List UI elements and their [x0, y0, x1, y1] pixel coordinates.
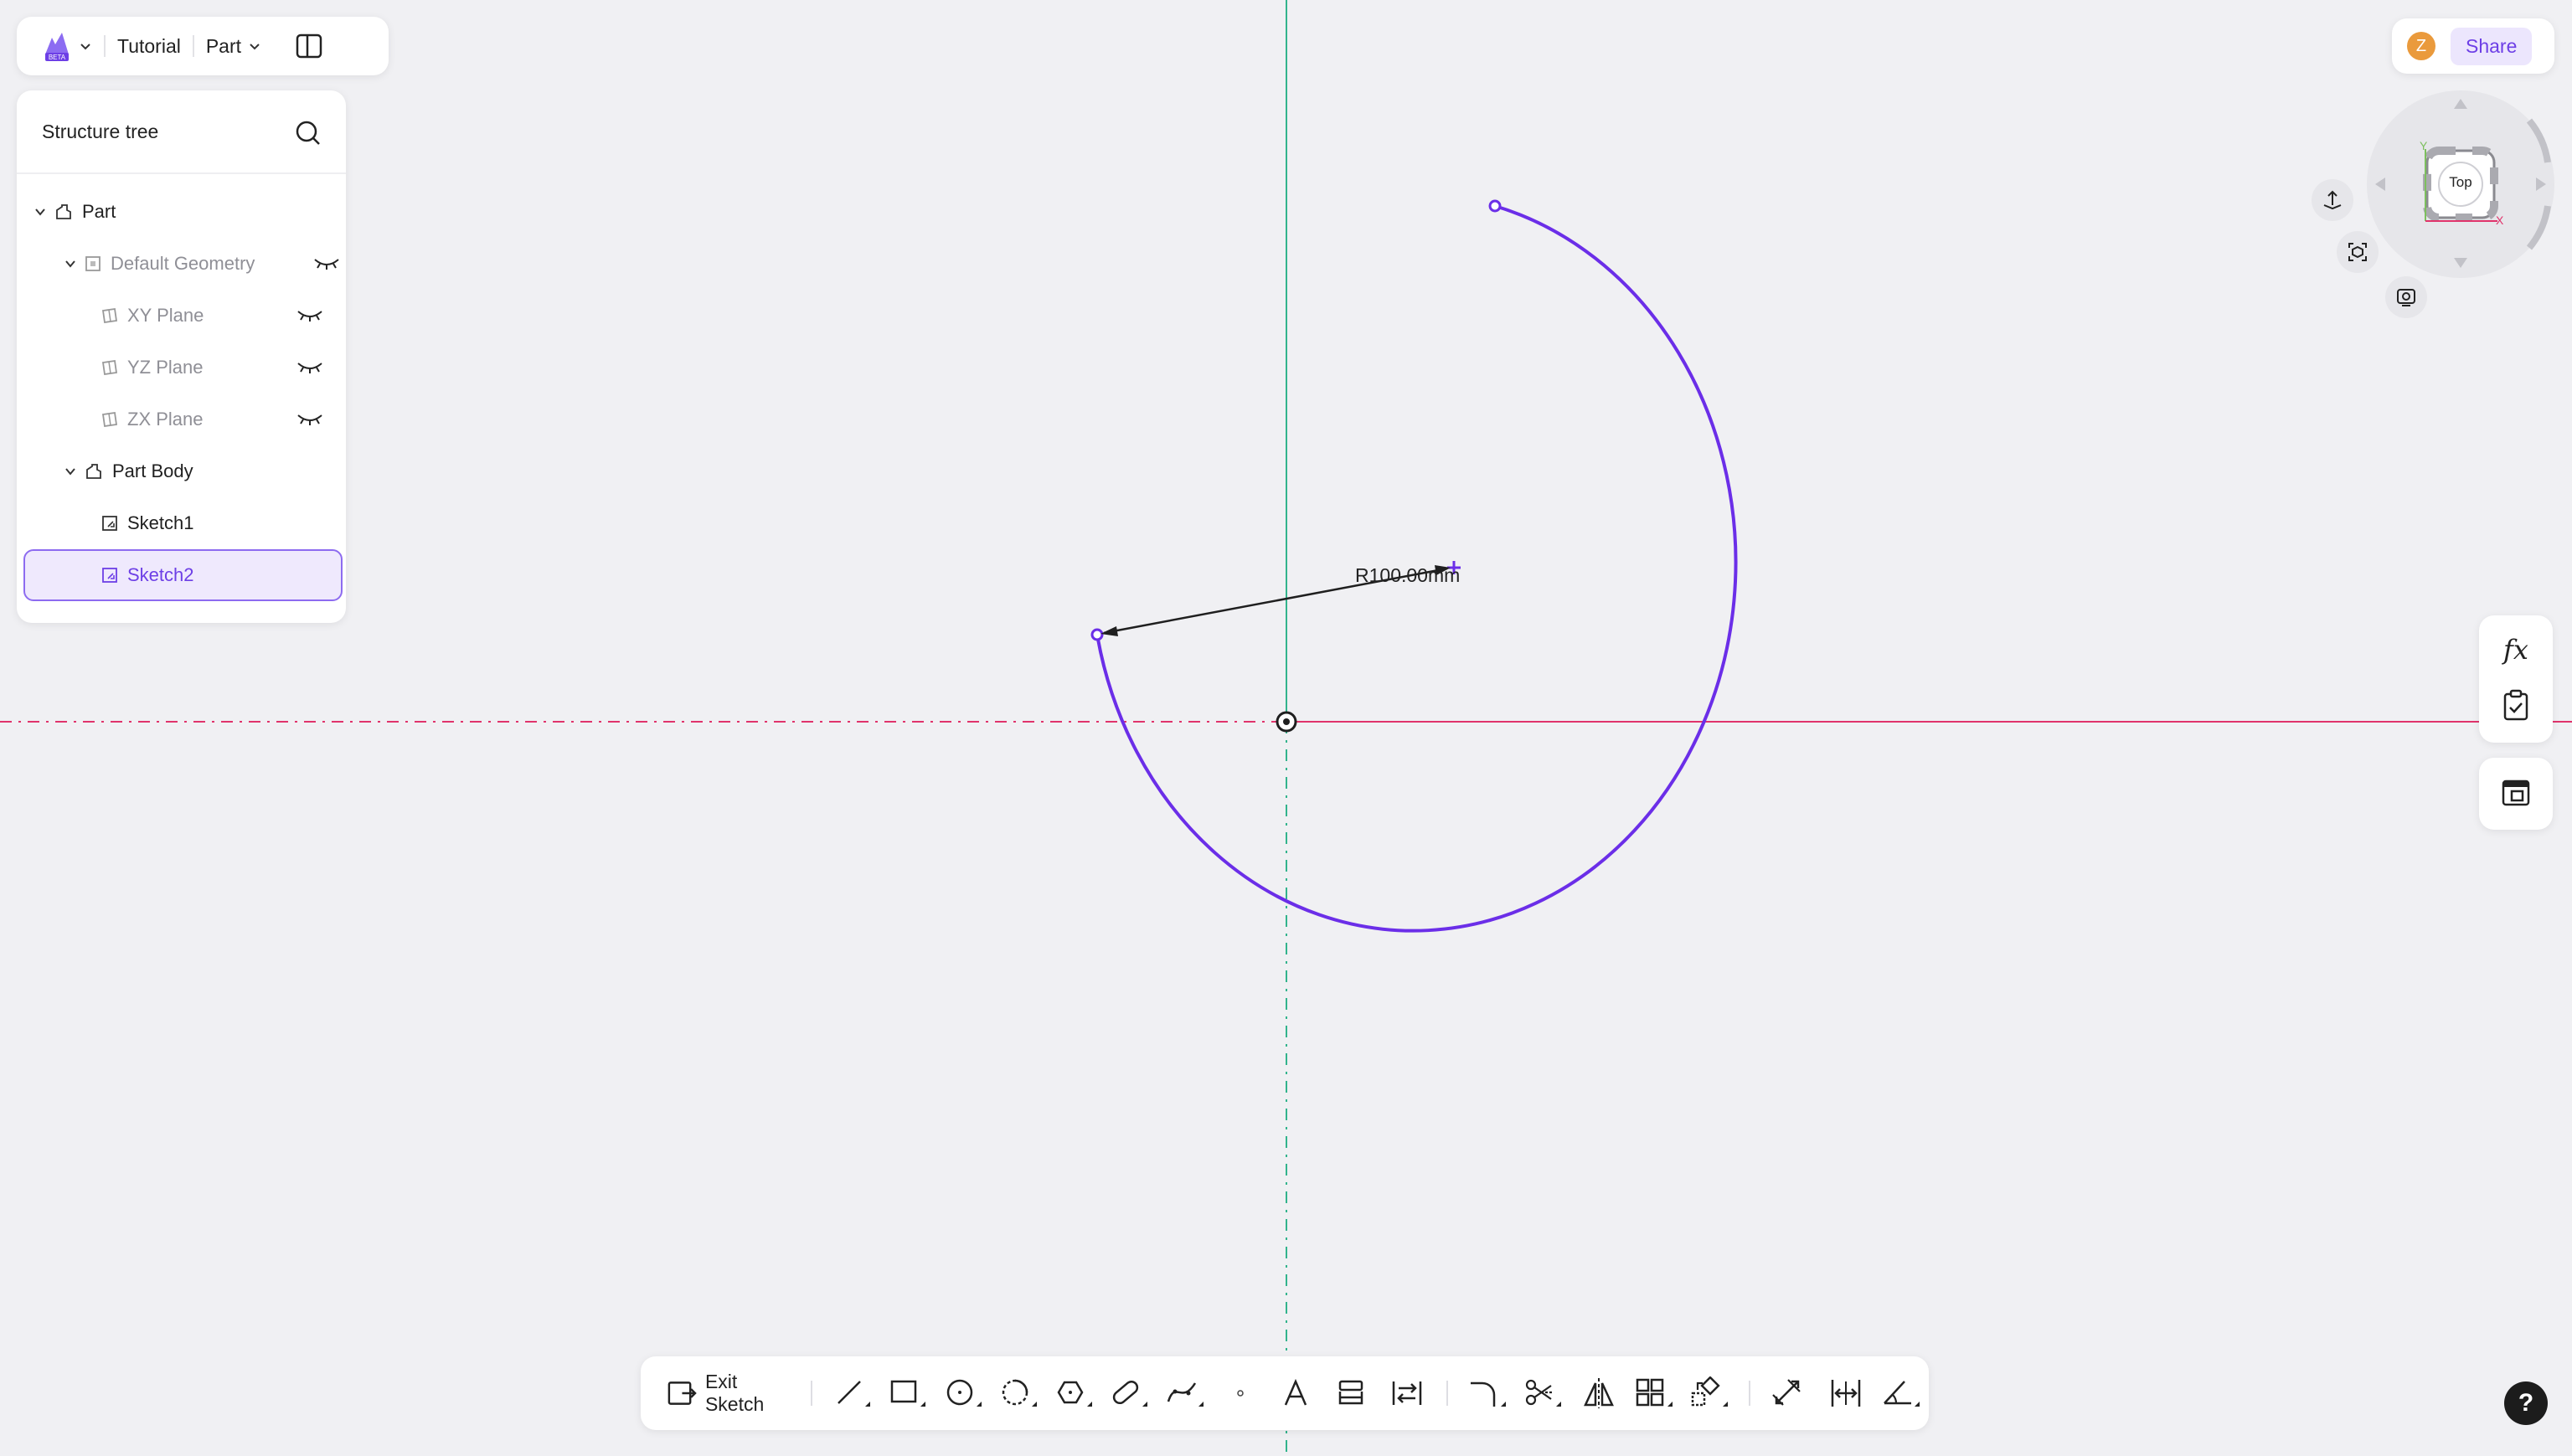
arc-start-point[interactable] [1488, 199, 1502, 213]
formula-button[interactable]: fx [2479, 634, 2553, 666]
radius-dimension-label[interactable]: R100.00mm [1355, 564, 1460, 587]
view-cube-axis-x: X [2496, 214, 2504, 227]
trim-tool-icon[interactable] [1515, 1368, 1570, 1418]
tree-item-label: XY Plane [127, 305, 204, 326]
eye-hidden-icon[interactable] [296, 306, 324, 323]
divider [192, 35, 194, 57]
rectangle-tool-icon[interactable] [879, 1368, 935, 1418]
view-cube[interactable] [2328, 87, 2563, 322]
tree-item-yz-plane[interactable]: YZ Plane [101, 342, 346, 394]
mirror-tool-icon[interactable] [1570, 1368, 1626, 1418]
divider [1749, 1381, 1751, 1406]
arc-tool-icon[interactable] [991, 1368, 1046, 1418]
checklist-icon[interactable] [2499, 689, 2533, 723]
polygon-tool-icon[interactable] [1046, 1368, 1101, 1418]
app-menu-chevron-icon[interactable] [79, 39, 92, 53]
sketch-canvas[interactable] [0, 0, 2572, 1456]
tree-item-part[interactable]: Part [17, 186, 116, 238]
plane-icon [101, 307, 118, 324]
divider [17, 172, 346, 174]
tree-item-label: Part [82, 201, 116, 222]
tree-item-label: YZ Plane [127, 357, 204, 378]
sketch-icon [102, 568, 117, 583]
tree-item-label: Part Body [112, 460, 193, 481]
share-button[interactable]: Share [2451, 27, 2533, 65]
view-cube-face-label[interactable]: Top [2446, 174, 2476, 191]
chevron-down-icon[interactable] [64, 465, 77, 478]
part-icon [56, 204, 71, 219]
tree-item-label: ZX Plane [127, 409, 204, 430]
fit-view-icon[interactable] [2337, 231, 2379, 273]
structure-tree-panel: Structure tree Part Default Geometry XY … [17, 90, 346, 623]
project-tool-icon[interactable] [1323, 1368, 1379, 1418]
line-tool-icon[interactable] [824, 1368, 879, 1418]
app-logo-icon[interactable]: BETA [40, 29, 74, 63]
eye-hidden-icon[interactable] [296, 410, 324, 427]
share-bar: Z Share [2392, 18, 2554, 74]
toggle-panel-icon[interactable] [295, 32, 323, 60]
help-button[interactable]: ? [2504, 1381, 2548, 1425]
search-icon[interactable] [294, 119, 322, 147]
mode-selector[interactable]: Part [206, 35, 241, 58]
distance-tool-icon[interactable] [1818, 1368, 1874, 1418]
tree-item-xy-plane[interactable]: XY Plane [101, 290, 346, 342]
right-tool-panel: fx [2479, 615, 2553, 743]
view-normal-icon[interactable] [2312, 179, 2353, 221]
tree-item-part-body[interactable]: Part Body [47, 445, 363, 497]
tree-item-label: Sketch1 [127, 512, 194, 533]
text-tool-icon[interactable] [1268, 1368, 1323, 1418]
user-avatar[interactable]: Z [2407, 32, 2435, 60]
camera-view-icon[interactable] [2385, 276, 2427, 318]
svg-text:BETA: BETA [49, 54, 66, 61]
fillet-tool-icon[interactable] [1460, 1368, 1515, 1418]
exit-sketch-button[interactable]: Exit Sketch [666, 1371, 799, 1416]
angle-tool-icon[interactable] [1874, 1368, 1929, 1418]
sketch-toolbar: Exit Sketch [641, 1356, 1929, 1430]
sketch-icon [102, 516, 117, 531]
plane-icon [101, 359, 118, 376]
circle-tool-icon[interactable] [935, 1368, 990, 1418]
origin-point[interactable] [1276, 711, 1297, 733]
tree-item-sketch2[interactable]: Sketch2 [23, 549, 343, 601]
structure-tree-title: Structure tree [42, 121, 159, 142]
exit-sketch-icon [667, 1381, 697, 1405]
chevron-down-icon[interactable] [34, 205, 47, 219]
tree-item-label: Sketch2 [127, 564, 194, 585]
chevron-down-icon[interactable] [64, 257, 77, 270]
divider [810, 1381, 812, 1406]
part-body-icon [86, 464, 101, 479]
top-bar: BETA Tutorial Part [17, 17, 389, 75]
mode-chevron-icon[interactable] [248, 39, 261, 53]
divider [104, 35, 106, 57]
dimension-tool-icon[interactable] [1762, 1368, 1817, 1418]
project-name[interactable]: Tutorial [117, 35, 181, 58]
pattern-tool-icon[interactable] [1626, 1368, 1682, 1418]
convert-tool-icon[interactable] [1379, 1368, 1435, 1418]
tree-item-zx-plane[interactable]: ZX Plane [101, 394, 346, 445]
table-view-icon[interactable] [2499, 776, 2533, 810]
divider [1446, 1381, 1448, 1406]
point-tool-icon[interactable] [1213, 1368, 1268, 1418]
eye-hidden-icon[interactable] [296, 358, 324, 375]
eye-hidden-icon[interactable] [312, 255, 341, 271]
view-cube-axis-y: Y [2420, 139, 2428, 152]
plane-icon [101, 411, 118, 428]
tree-item-label: Default Geometry [111, 253, 255, 274]
right-tool-panel-2 [2479, 758, 2553, 830]
slot-tool-icon[interactable] [1101, 1368, 1157, 1418]
geometry-icon [85, 256, 101, 271]
tree-item-sketch1[interactable]: Sketch1 [101, 497, 346, 549]
tree-item-default-geometry[interactable]: Default Geometry [47, 238, 363, 290]
arc-end-point[interactable] [1090, 628, 1104, 641]
transform-tool-icon[interactable] [1682, 1368, 1737, 1418]
exit-sketch-label: Exit Sketch [704, 1371, 765, 1415]
spline-tool-icon[interactable] [1157, 1368, 1213, 1418]
